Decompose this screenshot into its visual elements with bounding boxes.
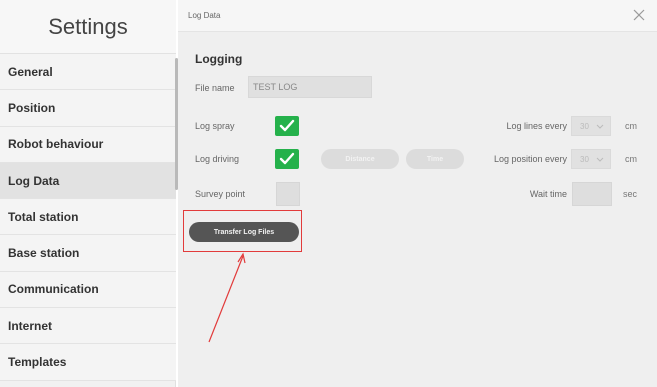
log-position-label: Log position every — [493, 154, 567, 164]
sidebar-item-log-data[interactable]: Log Data — [0, 162, 176, 200]
sidebar-item-general[interactable]: General — [0, 54, 176, 91]
sidebar-item-total-station[interactable]: Total station — [0, 199, 176, 236]
sidebar-item-communication[interactable]: Communication — [0, 271, 176, 309]
distance-toggle-button[interactable]: Distance — [321, 149, 399, 169]
file-name-label: File name — [195, 83, 235, 93]
log-driving-checkbox[interactable] — [275, 149, 299, 169]
log-lines-label: Log lines every — [506, 121, 567, 131]
log-spray-label: Log spray — [195, 121, 235, 131]
chevron-down-icon — [596, 124, 604, 129]
panel-header: Log Data — [178, 0, 657, 32]
log-lines-select[interactable]: 30 — [571, 116, 611, 136]
sidebar-list: General Position Robot behaviour Log Dat… — [0, 54, 176, 381]
sidebar-item-robot-behaviour[interactable]: Robot behaviour — [0, 126, 176, 163]
survey-point-label: Survey point — [195, 189, 246, 199]
wait-time-unit: sec — [623, 189, 638, 199]
checkmark-icon — [279, 119, 295, 132]
log-position-value: 30 — [580, 154, 589, 164]
chevron-down-icon — [596, 157, 604, 162]
file-name-input[interactable]: TEST LOG — [248, 76, 372, 98]
survey-point-checkbox[interactable] — [276, 182, 300, 206]
wait-time-input[interactable] — [572, 182, 612, 206]
sidebar-item-templates[interactable]: Templates — [0, 344, 176, 381]
sidebar-title: Settings — [0, 0, 176, 54]
transfer-log-files-button[interactable]: Transfer Log Files — [189, 222, 299, 242]
log-lines-value: 30 — [580, 121, 589, 131]
log-lines-unit: cm — [625, 121, 637, 131]
wait-time-label: Wait time — [529, 189, 567, 199]
sidebar-item-position[interactable]: Position — [0, 90, 176, 127]
settings-sidebar: Settings General Position Robot behaviou… — [0, 0, 178, 387]
log-spray-checkbox[interactable] — [275, 116, 299, 136]
logging-section-title: Logging — [195, 52, 243, 66]
log-data-panel: Log Data Logging File name TEST LOG Log … — [178, 0, 657, 387]
sidebar-item-base-station[interactable]: Base station — [0, 235, 176, 272]
close-icon[interactable] — [631, 7, 647, 23]
log-position-unit: cm — [625, 154, 637, 164]
log-driving-label: Log driving — [195, 154, 240, 164]
panel-title: Log Data — [188, 11, 221, 20]
checkmark-icon — [279, 152, 295, 165]
log-position-select[interactable]: 30 — [571, 149, 611, 169]
sidebar-item-internet[interactable]: Internet — [0, 308, 176, 345]
time-toggle-button[interactable]: Time — [406, 149, 464, 169]
